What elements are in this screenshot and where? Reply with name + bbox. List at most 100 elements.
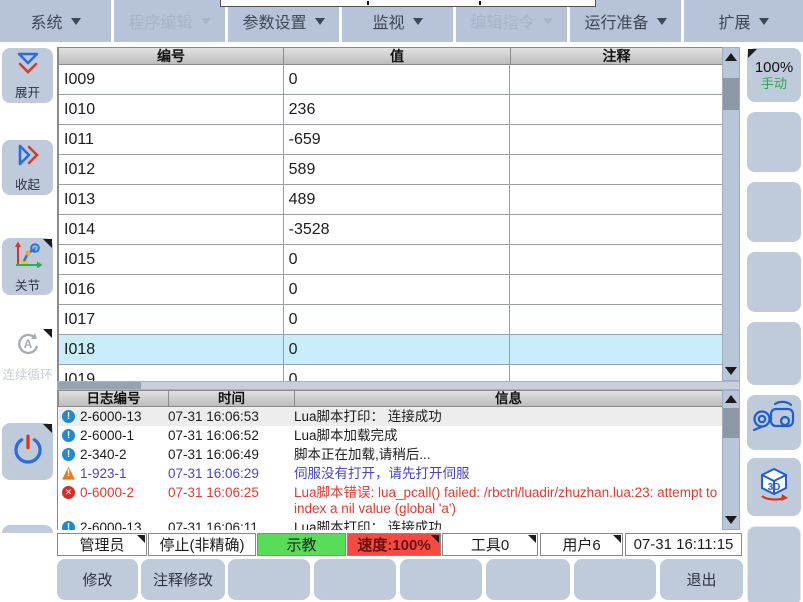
table-row[interactable]: I010 236 [59,95,723,125]
table-row[interactable]: I017 0 [59,305,723,335]
log-table-scrollbar[interactable] [722,390,740,530]
error-icon: ✕ [62,485,75,499]
view-3d-button[interactable]: 3D [747,458,801,516]
status-tool[interactable]: 工具0 [442,533,538,556]
panel-top-notch [220,0,596,7]
manual-mode-label: 手动 [760,76,787,91]
status-run-state[interactable]: 停止(非精确) [148,533,256,556]
menu-system[interactable]: 系统 [0,0,111,42]
col-header-id: 编号 [59,48,284,64]
scroll-up-icon[interactable] [723,391,739,407]
log-row[interactable]: ! 2-6000-13 07-31 16:06:11 Lua脚本打印： 连接成功 [58,518,723,530]
menu-extension[interactable]: 扩展 [684,0,803,42]
expand-label: 展开 [14,85,40,100]
log-time-cell: 07-31 16:06:29 [168,465,259,481]
table-row[interactable]: I015 0 [59,245,723,275]
log-row[interactable]: ! 2-6000-13 07-31 16:06:53 Lua脚本打印： 连接成功 [58,407,723,426]
table-row[interactable]: I014 -3528 [59,215,723,245]
log-message-cell: Lua脚本错误: lua_pcall() failed: /rbctrl/lua… [294,484,718,517]
exit-button[interactable]: 退出 [660,559,743,600]
scroll-up-icon[interactable] [723,49,739,65]
status-user-level[interactable]: 管理员 [57,533,147,556]
table-row[interactable]: I019 0 [59,365,723,381]
variable-table-rows: I009 0 I010 236 I011 -659 I012 589 I013 489 I014 -3… [58,65,723,381]
modify-button[interactable]: 修改 [57,559,138,600]
log-message-cell: 伺服没有打开，请先打开伺服 [294,465,470,481]
row-comment-cell [510,245,723,274]
continuous-loop-icon: A [13,331,43,362]
variable-table-hscrollbar[interactable] [57,381,740,390]
teach-pendant-button[interactable] [747,395,801,450]
right-empty-button-3[interactable] [747,252,801,312]
right-empty-button-1[interactable] [747,112,801,172]
status-user-frame[interactable]: 用户6 [540,533,623,556]
hscrollbar-thumb[interactable] [58,382,141,389]
scrollbar-thumb[interactable] [723,78,739,110]
expand-button[interactable]: 展开 [2,48,53,103]
empty-button-5[interactable] [574,559,656,600]
log-row[interactable]: ! 2-340-2 07-31 16:06:49 脚本正在加载,请稍后... [58,445,723,464]
power-icon [11,432,45,471]
row-id-cell: I013 [59,185,284,214]
joint-coord-button[interactable]: 关节 [2,238,53,295]
joint-label: 关节 [14,278,40,293]
chevron-down-icon [758,17,769,25]
row-comment-cell [510,65,723,94]
table-row[interactable]: I009 0 [59,65,723,95]
empty-button-3[interactable] [400,559,482,600]
scroll-down-icon[interactable] [723,512,739,528]
menu-label: 程序编辑 [128,15,193,32]
right-empty-button-5[interactable] [747,526,801,602]
power-button[interactable] [2,423,53,480]
status-speed[interactable]: 速度:100% [347,533,441,556]
log-row[interactable]: ✕ 0-6000-2 07-31 16:06:25 Lua脚本错误: lua_pcal… [58,483,723,519]
comment-modify-button[interactable]: 注释修改 [141,559,225,600]
table-row[interactable]: I018 0 [59,335,723,365]
log-code-cell: ! 2-6000-13 [58,520,168,530]
row-id-cell: I019 [59,365,284,381]
table-row[interactable]: I011 -659 [59,125,723,155]
right-empty-button-4[interactable] [747,322,801,385]
log-table-header: 日志编号 时间 信息 [58,390,723,407]
table-row[interactable]: I016 0 [59,275,723,305]
menu-label: 扩展 [718,15,751,32]
row-id-cell: I016 [59,275,284,304]
log-code-cell: ! 1-923-1 [58,466,168,481]
log-table: 日志编号 时间 信息 ! 2-6000-13 07-31 16:06:53 Lua脚本… [57,390,723,530]
log-time-cell: 07-31 16:06:52 [168,427,259,443]
empty-button-2[interactable] [314,559,396,600]
table-row[interactable]: I012 589 [59,155,723,185]
corner-flag-icon [43,329,52,338]
corner-flag-icon [43,424,52,433]
row-comment-cell [510,95,723,124]
variable-table-scrollbar[interactable] [722,47,740,381]
collapse-button[interactable]: 收起 [2,140,53,195]
log-row[interactable]: ! 1-923-1 07-31 16:06:29 伺服没有打开，请先打开伺服 [58,464,723,483]
scroll-down-icon[interactable] [723,363,739,379]
joint-robot-icon [13,240,43,273]
row-id-cell: I010 [59,95,284,124]
row-comment-cell [510,155,723,184]
row-value-cell: 0 [284,335,511,364]
chevron-down-icon [70,17,81,25]
chevron-down-icon [542,17,553,25]
row-comment-cell [510,365,723,381]
right-empty-button-2[interactable] [747,182,801,242]
row-id-cell: I009 [59,65,284,94]
status-teach-mode[interactable]: 示教 [257,533,346,556]
row-value-cell: 0 [284,245,511,274]
continuous-loop-button[interactable]: A 连续循环 [2,328,53,385]
scrollbar-thumb[interactable] [723,408,739,438]
row-value-cell: 0 [284,65,511,94]
row-id-cell: I015 [59,245,284,274]
log-row[interactable]: ! 2-6000-1 07-31 16:06:52 Lua脚本加载完成 [58,426,723,445]
log-code-cell: ! 2-340-2 [58,447,168,462]
empty-button-4[interactable] [486,559,570,600]
log-code-cell: ✕ 0-6000-2 [58,485,168,500]
speed-mode-button[interactable]: 100% 手动 [747,48,801,102]
empty-button-1[interactable] [228,559,310,600]
row-value-cell: -659 [284,125,511,154]
table-row[interactable]: I013 489 [59,185,723,215]
log-code-cell: ! 2-6000-1 [58,428,168,443]
menu-program-edit: 程序编辑 [114,0,225,42]
